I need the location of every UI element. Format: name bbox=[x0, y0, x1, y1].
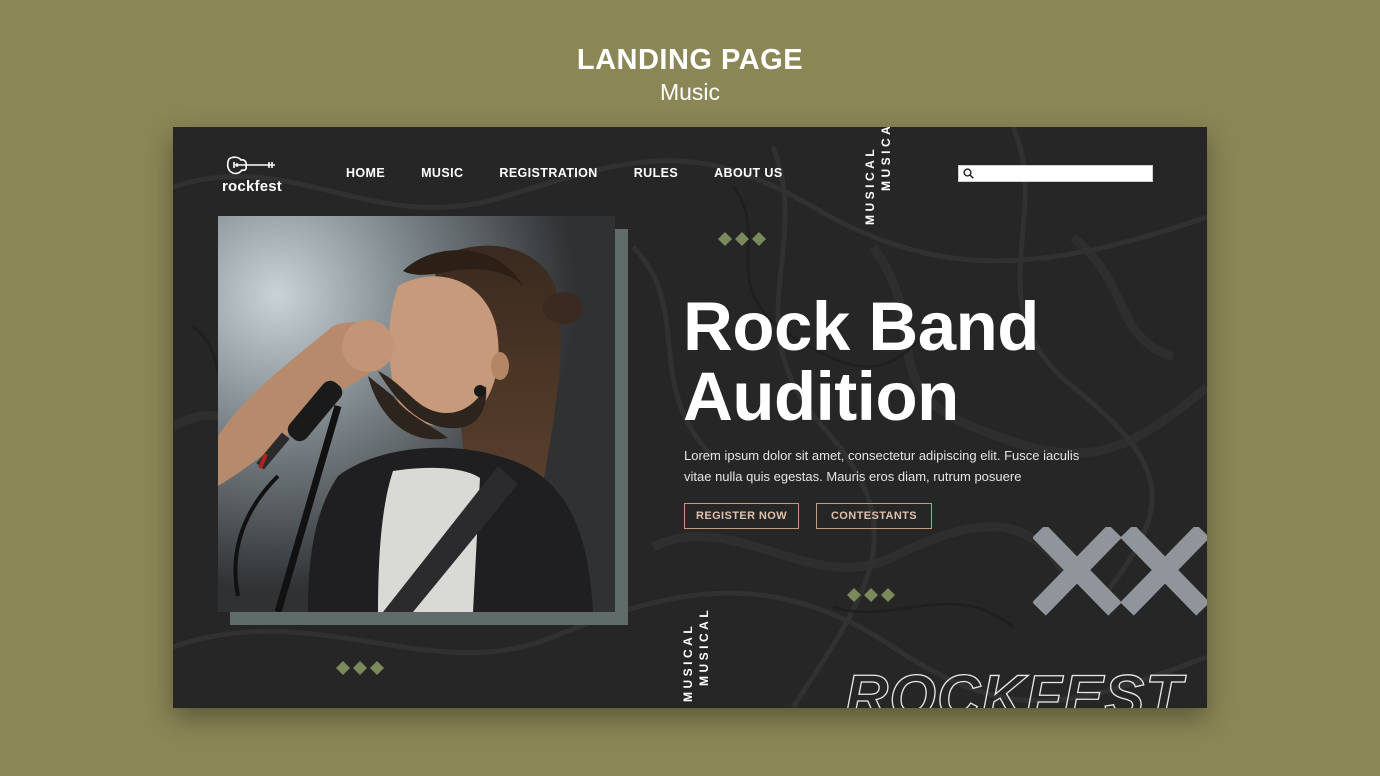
diamond-icon bbox=[353, 661, 367, 675]
register-now-button[interactable]: REGISTER NOW bbox=[684, 503, 799, 529]
search-box[interactable] bbox=[958, 165, 1153, 182]
hero-title-line2: Audition bbox=[683, 358, 959, 435]
vertical-text-top-1: MUSICAL bbox=[863, 145, 877, 225]
diamond-group-bottom bbox=[336, 661, 384, 675]
nav-home[interactable]: HOME bbox=[346, 166, 385, 180]
nav-music[interactable]: MUSIC bbox=[421, 166, 463, 180]
vertical-text-top: MUSICAL MUSICAL bbox=[861, 127, 895, 227]
contestants-button[interactable]: CONTESTANTS bbox=[816, 503, 932, 529]
hero-title: Rock Band Audition bbox=[683, 292, 1039, 432]
rockfest-outline-text: ROCKFEST bbox=[844, 662, 1186, 708]
landing-page-mockup: rockfest HOME MUSIC REGISTRATION RULES A… bbox=[173, 127, 1207, 708]
diamond-icon bbox=[881, 588, 895, 602]
nav-registration[interactable]: REGISTRATION bbox=[499, 166, 597, 180]
diamond-icon bbox=[370, 661, 384, 675]
search-input[interactable] bbox=[978, 166, 1152, 181]
nav-about-us[interactable]: ABOUT US bbox=[714, 166, 782, 180]
search-icon bbox=[963, 168, 974, 179]
guitar-logo-icon bbox=[226, 156, 275, 175]
site-logo[interactable]: rockfest bbox=[215, 153, 289, 197]
page-heading: LANDING PAGE Music bbox=[0, 42, 1380, 106]
page-title: LANDING PAGE bbox=[576, 44, 804, 76]
diamond-group-middle bbox=[847, 588, 895, 602]
hero-title-line1: Rock Band bbox=[683, 288, 1039, 365]
rockfest-word: ROCKFEST bbox=[845, 663, 1186, 708]
vertical-text-bottom-2: MUSICAL bbox=[697, 606, 711, 686]
vertical-text-top-2: MUSICAL bbox=[879, 127, 893, 191]
diamond-icon bbox=[718, 232, 732, 246]
diamond-icon bbox=[735, 232, 749, 246]
logo-text: rockfest bbox=[222, 178, 282, 195]
diamond-group-top bbox=[718, 232, 766, 246]
singer-image bbox=[218, 216, 615, 612]
main-nav: HOME MUSIC REGISTRATION RULES ABOUT US bbox=[346, 166, 819, 180]
vertical-text-bottom: MUSICAL MUSICAL bbox=[678, 582, 714, 708]
diamond-icon bbox=[864, 588, 878, 602]
hero-description: Lorem ipsum dolor sit amet, consectetur … bbox=[684, 448, 1080, 484]
nav-rules[interactable]: RULES bbox=[634, 166, 678, 180]
singer-photo bbox=[218, 216, 615, 612]
diamond-icon bbox=[847, 588, 861, 602]
cross-icon bbox=[1033, 527, 1122, 616]
vertical-text-bottom-1: MUSICAL bbox=[681, 622, 695, 702]
diamond-icon bbox=[752, 232, 766, 246]
cross-icon bbox=[1120, 527, 1207, 616]
diamond-icon bbox=[336, 661, 350, 675]
page-subtitle: Music bbox=[659, 79, 721, 105]
cross-decoration bbox=[1033, 527, 1207, 616]
